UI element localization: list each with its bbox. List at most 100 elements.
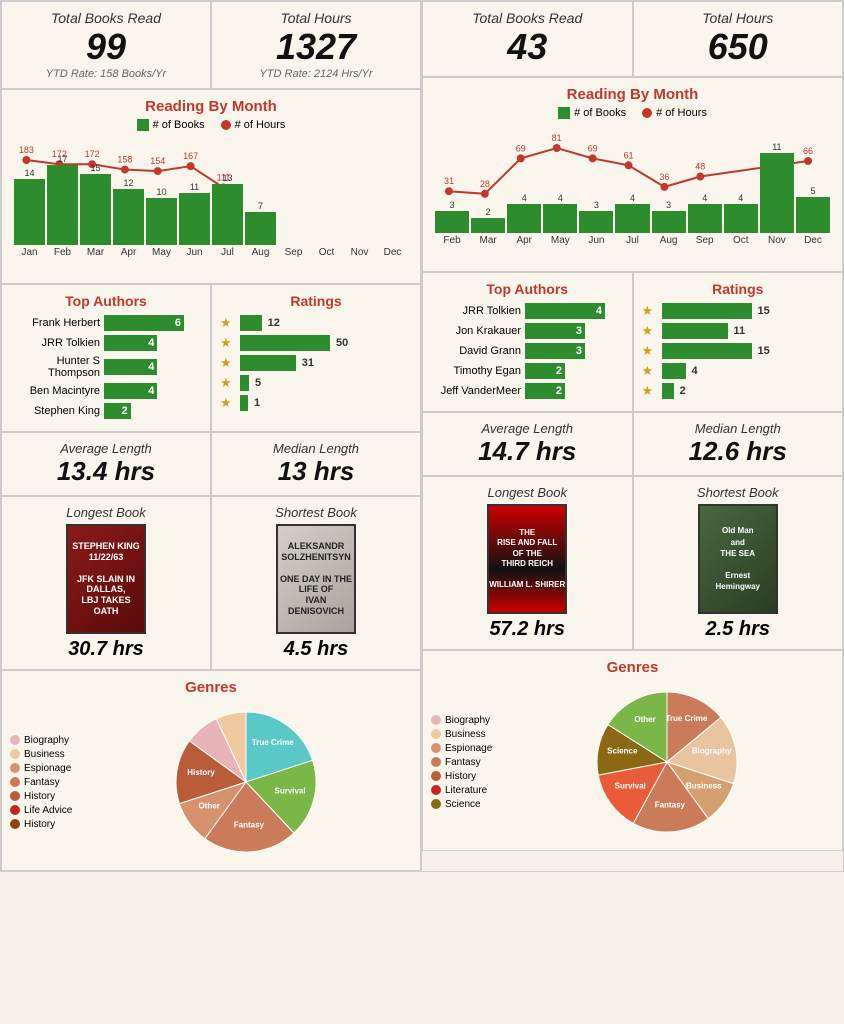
svg-text:Biography: Biography xyxy=(692,746,732,755)
bar-group-2: 4 xyxy=(507,193,541,233)
left-shortest-hours: 4.5 hrs xyxy=(220,638,412,661)
left-shortest-book: Shortest Book ALEKSANDRSOLZHENITSYNONE D… xyxy=(211,496,421,670)
left-length-row: Average Length 13.4 hrs Median Length 13… xyxy=(1,432,421,496)
left-longest-label: Longest Book xyxy=(10,505,202,520)
left-total-hours-label: Total Hours xyxy=(224,10,408,26)
bar-group-4: 3 xyxy=(579,200,613,233)
bar-group-7: 4 xyxy=(688,193,722,233)
author-row: Timothy Egan2 xyxy=(431,363,624,379)
left-chart-section: Reading By Month # of Books # of Hours 1… xyxy=(1,89,421,284)
genre-legend-item: Biography xyxy=(10,735,72,746)
right-books-row: Longest Book THERISE AND FALLOF THETHIRD… xyxy=(422,476,843,650)
bar-group-3: 4 xyxy=(543,193,577,233)
right-authors-title: Top Authors xyxy=(431,281,624,297)
right-total-hours-label: Total Hours xyxy=(646,10,831,26)
left-authors-title: Top Authors xyxy=(10,293,202,309)
rating-row: ★31 xyxy=(220,355,412,371)
bar-group-3: 12 xyxy=(113,178,144,245)
genre-legend-item: Fantasy xyxy=(10,777,72,788)
rating-row: ★4 xyxy=(642,363,835,379)
left-longest-cover: STEPHEN KING11/22/63JFK SLAIN IN DALLAS,… xyxy=(66,524,146,634)
genre-legend-item: Biography xyxy=(431,715,492,726)
bar-group-6: 13 xyxy=(212,173,243,245)
right-genres-title: Genres xyxy=(431,659,834,676)
right-legend-hours-icon xyxy=(642,108,652,118)
right-pie-chart: True CrimeBiographyBusinessFantasySurviv… xyxy=(587,682,747,842)
author-row: Frank Herbert6 xyxy=(10,315,202,331)
bar-group-8: 4 xyxy=(724,193,758,233)
right-longest-label: Longest Book xyxy=(431,485,624,500)
left-authors-ratings: Top Authors Frank Herbert6JRR Tolkien4Hu… xyxy=(1,284,421,432)
left-legend-hours: # of Hours xyxy=(221,119,286,131)
left-ratings-title: Ratings xyxy=(220,293,412,309)
right-med-length: Median Length 12.6 hrs xyxy=(633,412,844,476)
right-pie: True CrimeBiographyBusinessFantasySurviv… xyxy=(500,682,834,842)
right-total-hours: Total Hours 650 xyxy=(633,1,844,77)
rating-row: ★11 xyxy=(642,323,835,339)
svg-text:Fantasy: Fantasy xyxy=(655,800,686,809)
genre-legend-item: Life Advice xyxy=(10,805,72,816)
right-med-label: Median Length xyxy=(642,421,835,436)
bar-group-10: 5 xyxy=(796,186,830,233)
right-total-books-label: Total Books Read xyxy=(435,10,620,26)
genre-legend-item: Espionage xyxy=(431,743,492,754)
author-row: Stephen King2 xyxy=(10,403,202,419)
genre-legend-item: History xyxy=(431,771,492,782)
right-legend-books: # of Books xyxy=(558,107,626,119)
left-month-labels: JanFebMarAprMayJunJulAugSepOctNovDec xyxy=(14,247,408,258)
left-ratings-list: ★12★50★31★5★1 xyxy=(220,315,412,411)
bar-group-1: 2 xyxy=(471,207,505,233)
rating-row: ★1 xyxy=(220,395,412,411)
right-shortest-hours: 2.5 hrs xyxy=(642,618,835,641)
genre-legend-item: Science xyxy=(431,799,492,810)
left-total-books: Total Books Read 99 YTD Rate: 158 Books/… xyxy=(1,1,211,89)
author-row: Jon Krakauer3 xyxy=(431,323,624,339)
left-authors-list: Frank Herbert6JRR Tolkien4Hunter S Thomp… xyxy=(10,315,202,419)
right-shortest-label: Shortest Book xyxy=(642,485,835,500)
right-chart-title: Reading By Month xyxy=(431,86,834,103)
left-ratings: Ratings ★12★50★31★5★1 xyxy=(211,284,421,432)
genre-legend-item: History xyxy=(10,819,72,830)
right-authors-list: JRR Tolkien4Jon Krakauer3David Grann3Tim… xyxy=(431,303,624,399)
svg-text:History: History xyxy=(187,768,215,777)
right-total-books: Total Books Read 43 xyxy=(422,1,633,77)
rating-row: ★2 xyxy=(642,383,835,399)
left-total-books-value: 99 xyxy=(14,26,198,68)
left-pie: True CrimeSurvivalFantasyOtherHistory xyxy=(80,702,412,862)
right-avg-label: Average Length xyxy=(431,421,624,436)
bar-group-1: 17 xyxy=(47,154,78,245)
right-ratings: Ratings ★15★11★15★4★2 xyxy=(633,272,844,412)
left-total-books-label: Total Books Read xyxy=(14,10,198,26)
left-avg-label: Average Length xyxy=(10,441,202,456)
svg-text:Other: Other xyxy=(199,802,220,811)
right-genres-content: Biography Business Espionage Fantasy History… xyxy=(431,682,834,842)
genre-legend-item: Literature xyxy=(431,785,492,796)
right-longest-hours: 57.2 hrs xyxy=(431,618,624,641)
bar-group-7: 7 xyxy=(245,201,276,245)
left-med-length: Median Length 13 hrs xyxy=(211,432,421,496)
bar-group-5: 11 xyxy=(179,182,210,245)
left-total-hours-ytd: YTD Rate: 2124 Hrs/Yr xyxy=(224,68,408,80)
rating-row: ★15 xyxy=(642,303,835,319)
left-total-books-ytd: YTD Rate: 158 Books/Yr xyxy=(14,68,198,80)
left-legend-books: # of Books xyxy=(137,119,205,131)
right-total-hours-value: 650 xyxy=(646,26,831,68)
right-chart-section: Reading By Month # of Books # of Hours 3… xyxy=(422,77,843,272)
genre-legend-item: Business xyxy=(431,729,492,740)
bar-group-10 xyxy=(344,244,375,245)
genre-legend-item: Espionage xyxy=(10,763,72,774)
svg-text:Survival: Survival xyxy=(275,786,306,795)
left-chart-title: Reading By Month xyxy=(10,98,412,115)
author-row: Hunter S Thompson4 xyxy=(10,355,202,379)
svg-text:Science: Science xyxy=(607,746,638,755)
bar-group-0: 14 xyxy=(14,168,45,245)
right-authors-ratings: Top Authors JRR Tolkien4Jon Krakauer3Dav… xyxy=(422,272,843,412)
right-avg-value: 14.7 hrs xyxy=(431,436,624,467)
rating-row: ★50 xyxy=(220,335,412,351)
left-shortest-cover: ALEKSANDRSOLZHENITSYNONE DAY IN THE LIFE… xyxy=(276,524,356,634)
left-genres-title: Genres xyxy=(10,679,412,696)
legend-hours-icon xyxy=(221,120,231,130)
author-row: Jeff VanderMeer2 xyxy=(431,383,624,399)
author-row: David Grann3 xyxy=(431,343,624,359)
right-genre-legend: BiographyBusinessEspionageFantasyHistory… xyxy=(431,715,492,810)
